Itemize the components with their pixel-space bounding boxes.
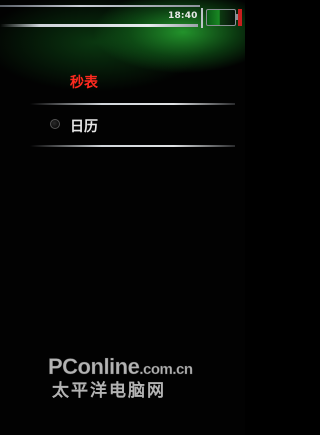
watermark-chinese: 太平洋电脑网	[52, 381, 166, 400]
watermark-brand-main: PConline	[48, 354, 140, 379]
clock-time: 18:40	[168, 11, 198, 21]
battery-icon	[206, 9, 239, 26]
menu-item-label: 日历	[70, 119, 98, 135]
watermark: PConline.com.cn 太平洋电脑网	[48, 354, 238, 401]
phone-screen: 18:40 秒表 日历 PConline.com.cn 太平洋电脑网	[0, 0, 245, 435]
status-separator	[201, 8, 203, 28]
radio-button-icon[interactable]	[50, 119, 60, 129]
signal-icon	[238, 9, 242, 26]
status-top-line	[0, 5, 200, 7]
watermark-brand-suffix: .com.cn	[139, 361, 193, 379]
menu-item-label: 秒表	[70, 75, 98, 91]
menu-divider	[30, 103, 235, 105]
watermark-brand: PConline.com.cn	[48, 354, 238, 381]
status-divider	[0, 24, 198, 27]
status-bar: 18:40	[0, 0, 245, 30]
menu-item-calendar[interactable]: 日历	[0, 104, 245, 148]
menu-divider	[30, 145, 235, 147]
menu-item-stopwatch[interactable]: 秒表	[0, 60, 245, 104]
